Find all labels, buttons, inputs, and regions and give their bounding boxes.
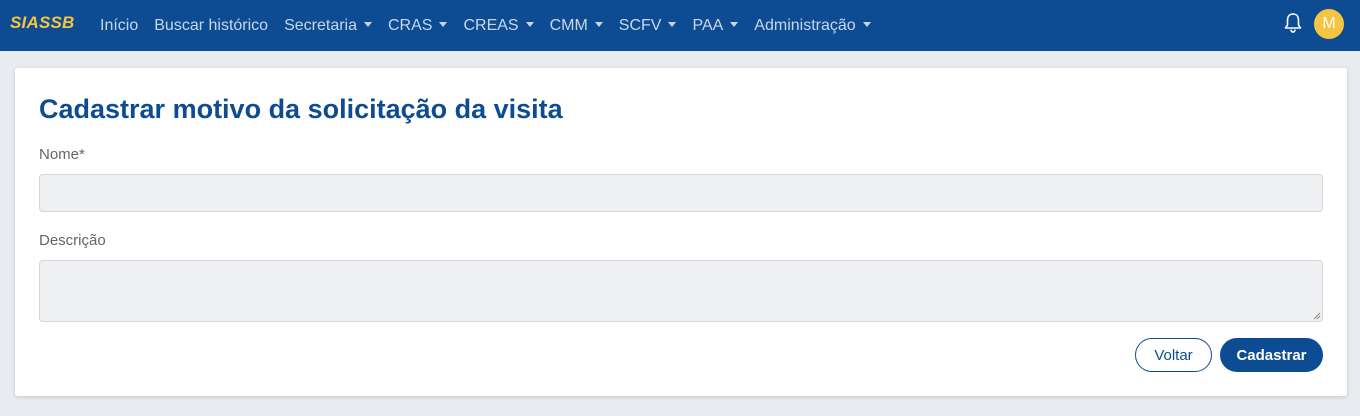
caret-down-icon	[594, 22, 603, 27]
nav-item-label: SCFV	[618, 16, 662, 34]
nav-item-secretaria[interactable]: Secretaria	[276, 17, 380, 35]
nome-input[interactable]	[39, 174, 1323, 212]
form-card: Cadastrar motivo da solicitação da visit…	[15, 68, 1347, 396]
nav-item-creas[interactable]: CREAS	[455, 17, 541, 35]
caret-down-icon	[525, 22, 534, 27]
nav-item-paa[interactable]: PAA	[684, 17, 746, 35]
nav-item-label: Buscar histórico	[154, 16, 269, 34]
descricao-textarea[interactable]	[39, 260, 1323, 322]
nav-item-label: Secretaria	[284, 16, 357, 34]
caret-down-icon	[668, 22, 677, 27]
caret-down-icon	[862, 22, 871, 27]
nav-item-label: PAA	[692, 16, 724, 34]
nav-item-label: Administração	[754, 16, 856, 34]
nav-menu: Início Buscar histórico Secretaria CRAS …	[92, 0, 879, 51]
page-title: Cadastrar motivo da solicitação da visit…	[39, 94, 563, 124]
bell-icon[interactable]	[1283, 12, 1303, 34]
top-navbar: SIASSB Início Buscar histórico Secretari…	[0, 0, 1360, 51]
resize-grip-icon[interactable]	[1313, 312, 1321, 320]
user-avatar[interactable]: M	[1314, 9, 1344, 39]
nome-label: Nome*	[39, 146, 85, 163]
nav-item-cras[interactable]: CRAS	[380, 17, 455, 35]
descricao-wrapper	[39, 260, 1323, 322]
caret-down-icon	[364, 22, 372, 27]
nav-item-scfv[interactable]: SCFV	[611, 17, 685, 35]
nav-item-label: CMM	[549, 16, 588, 34]
back-button[interactable]: Voltar	[1135, 338, 1212, 372]
caret-down-icon	[439, 22, 448, 27]
nav-item-buscar-historico[interactable]: Buscar histórico	[146, 17, 276, 35]
nav-item-cmm[interactable]: CMM	[542, 17, 611, 35]
caret-down-icon	[730, 22, 739, 27]
brand-logo[interactable]: SIASSB	[10, 13, 75, 33]
nav-item-label: CREAS	[463, 16, 519, 34]
nav-item-label: CRAS	[388, 16, 433, 34]
nav-item-inicio[interactable]: Início	[92, 17, 146, 35]
nav-item-administracao[interactable]: Administração	[746, 17, 878, 35]
descricao-label: Descrição	[39, 232, 106, 249]
nav-item-label: Início	[100, 16, 139, 34]
submit-button[interactable]: Cadastrar	[1220, 338, 1323, 372]
